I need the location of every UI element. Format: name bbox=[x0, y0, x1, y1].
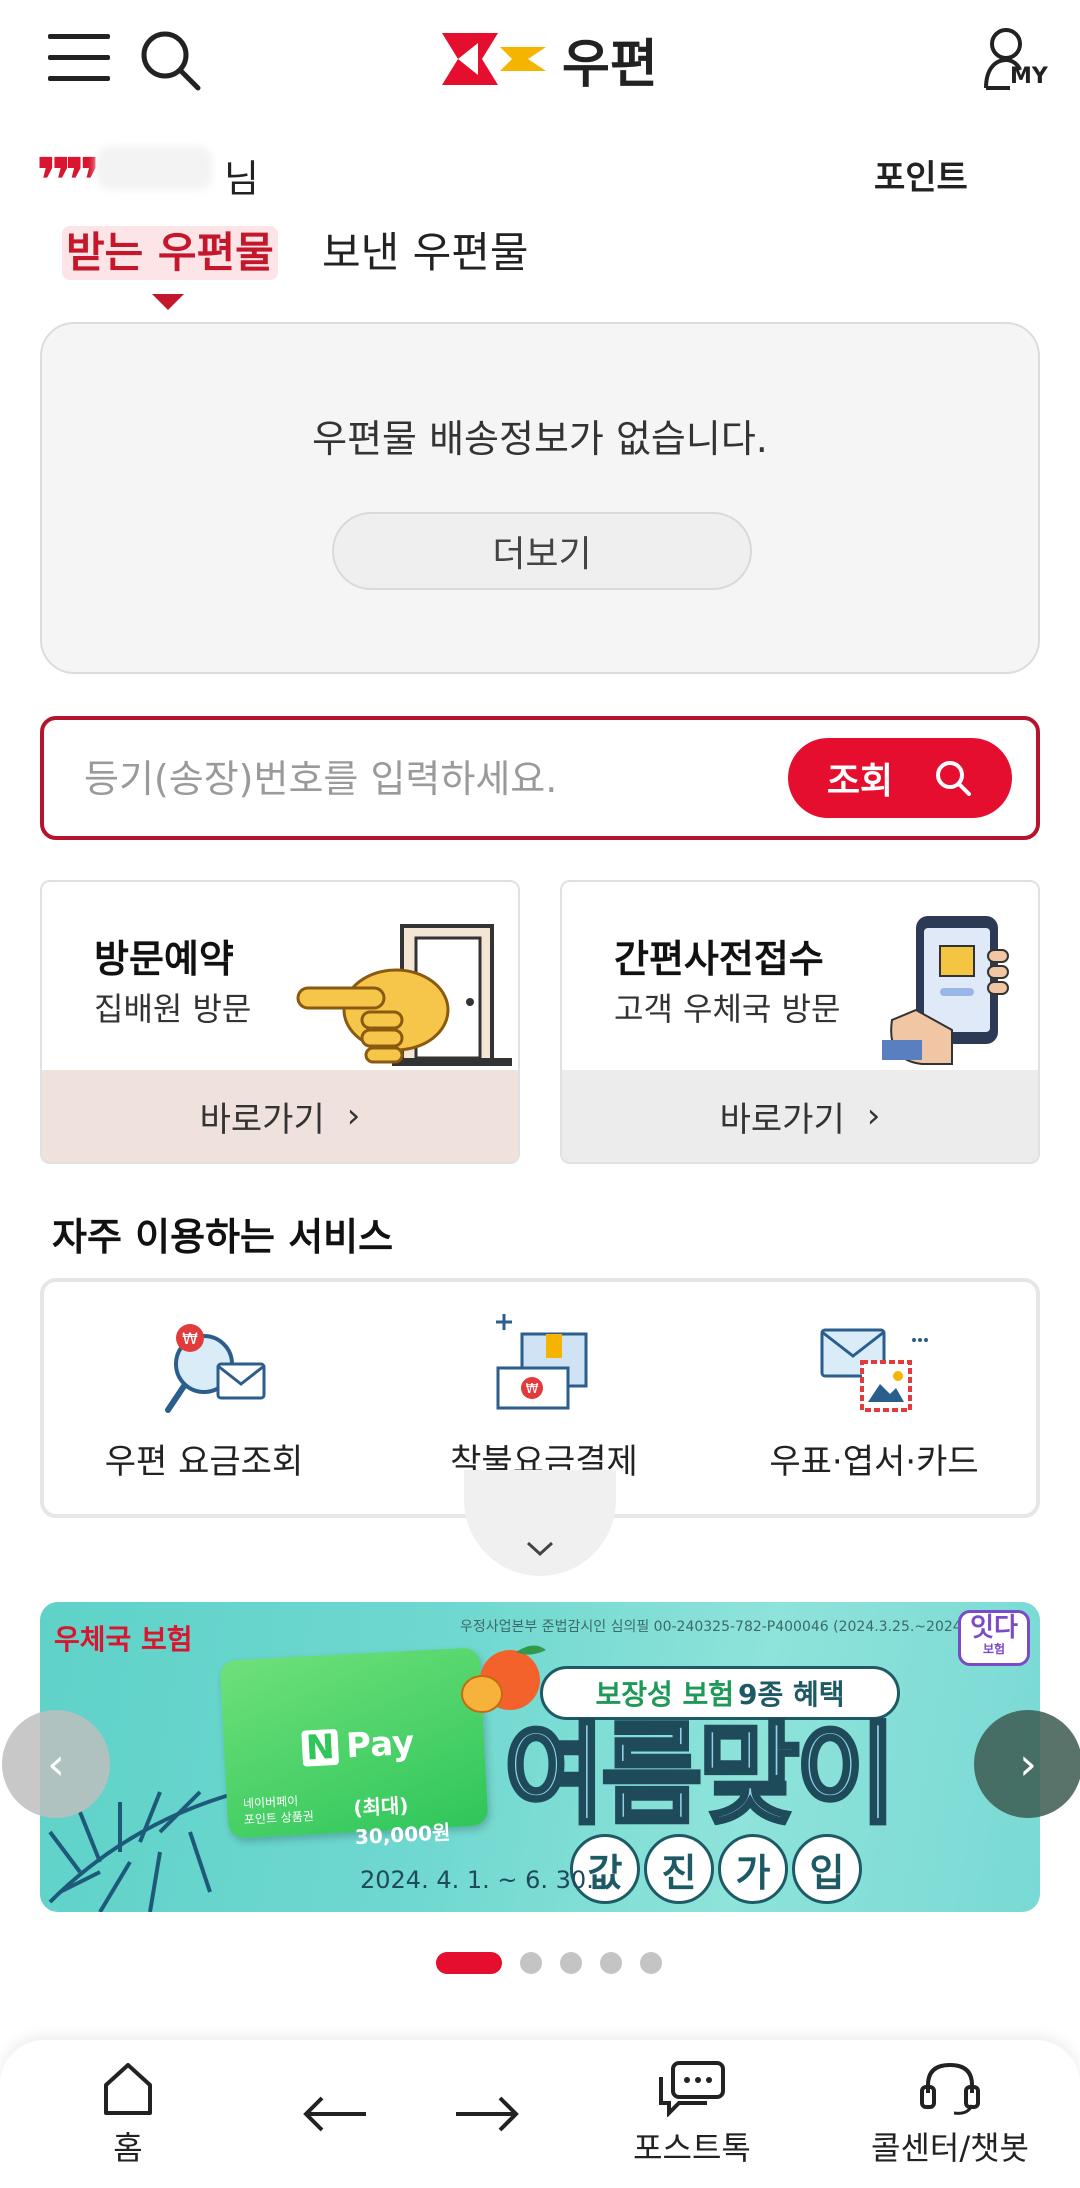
go-shortcut-button[interactable]: 바로가기 › bbox=[42, 1070, 518, 1162]
pointing-hand-door-icon bbox=[296, 924, 512, 1066]
promo-banner[interactable]: 우체국 보험 우정사업본부 준법감시인 심의필 00-240325-782-P4… bbox=[40, 1602, 1040, 1912]
banner-pagination bbox=[436, 1952, 662, 1974]
expand-services-button[interactable] bbox=[464, 1470, 616, 1576]
service-postage-lookup[interactable]: ₩ 우편 요금조회 bbox=[44, 1282, 364, 1514]
lookup-button[interactable]: 조회 bbox=[788, 738, 1012, 818]
headset-icon bbox=[920, 2062, 980, 2115]
npay-description: 네이버페이 포인트 상품권 bbox=[242, 1794, 315, 1827]
phone-in-hand-icon bbox=[882, 916, 1009, 1065]
empty-delivery-message: 우편물 배송정보가 없습니다. bbox=[312, 417, 768, 461]
banner-brand: 우체국 보험 bbox=[54, 1623, 193, 1656]
npay-amount: (최대) 30,000원 bbox=[352, 1793, 452, 1850]
peach-icon bbox=[461, 1645, 546, 1713]
banner-fine-print: 우정사업본부 준법감시인 심의필 00-240325-782-P400046 (… bbox=[460, 1619, 1008, 1635]
npay-voucher-card: N Pay 네이버페이 포인트 상품권 (최대) 30,000원 bbox=[219, 1647, 489, 1849]
go-label: 바로가기 bbox=[199, 1099, 325, 1140]
tracking-number-input[interactable] bbox=[84, 746, 764, 812]
chat-bubbles-icon bbox=[659, 2061, 725, 2117]
masked-user-name bbox=[96, 146, 212, 190]
nav-home[interactable]: 홈 bbox=[68, 2040, 188, 2188]
go-label: 바로가기 bbox=[719, 1099, 845, 1140]
nav-posttalk[interactable]: 포스트톡 bbox=[616, 2040, 768, 2188]
nav-label: 콜센터/챗봇 bbox=[871, 2129, 1029, 2167]
service-label: 우표·엽서·카드 bbox=[769, 1442, 979, 1482]
card-title: 간편사전접수 bbox=[614, 937, 824, 981]
nav-forward[interactable] bbox=[442, 2040, 532, 2188]
point-link[interactable]: 포인트 bbox=[874, 150, 968, 199]
chevron-left-icon: ‹ bbox=[47, 1738, 65, 1790]
menu-icon[interactable] bbox=[48, 34, 110, 82]
banner-date: 2024. 4. 1. ~ 6. 30. bbox=[360, 1866, 594, 1894]
svg-text:₩: ₩ bbox=[182, 1329, 198, 1348]
logo-text: 우편 bbox=[562, 34, 658, 95]
banner-next-button[interactable]: › bbox=[974, 1710, 1080, 1818]
pagination-dot[interactable] bbox=[640, 1952, 662, 1974]
pagination-dot[interactable] bbox=[560, 1952, 582, 1974]
chevron-down-icon bbox=[526, 1541, 554, 1557]
banner-subheadline: 값진가입 bbox=[570, 1834, 862, 1904]
cod-payment-box-icon: ₩ bbox=[496, 1314, 588, 1410]
card-subtitle: 집배원 방문 bbox=[94, 990, 252, 1028]
card-subtitle: 고객 우체국 방문 bbox=[614, 990, 841, 1028]
post-app-home: 우편 MY ❞❞ 님 포인트 받는 우편물 보낸 우편물 우편물 배송정보가 없… bbox=[0, 0, 1080, 2188]
pagination-dot[interactable] bbox=[520, 1952, 542, 1974]
postage-search-icon: ₩ bbox=[165, 1324, 266, 1413]
bottom-nav: 홈 포스트톡 콜센터/챗봇 bbox=[0, 2040, 1080, 2188]
frequent-services-title: 자주 이용하는 서비스 bbox=[52, 1215, 394, 1259]
pagination-dot[interactable] bbox=[600, 1952, 622, 1974]
nav-label: 홈 bbox=[113, 2129, 143, 2167]
chevron-right-icon: › bbox=[346, 1096, 361, 1136]
tab-received-mail[interactable]: 받는 우편물 bbox=[62, 226, 278, 280]
search-icon bbox=[936, 761, 972, 796]
more-button[interactable]: 더보기 bbox=[332, 512, 752, 590]
arrow-right-icon bbox=[456, 2096, 519, 2132]
lookup-button-label: 조회 bbox=[826, 761, 894, 802]
korea-post-emblem-icon bbox=[442, 33, 546, 85]
service-label: 우편 요금조회 bbox=[104, 1442, 304, 1482]
npay-logo: N Pay bbox=[301, 1723, 415, 1769]
svg-text:₩: ₩ bbox=[526, 1382, 539, 1397]
chevron-right-icon: › bbox=[866, 1096, 881, 1136]
pagination-dot[interactable] bbox=[436, 1952, 502, 1974]
idda-badge: 잇다 보험 bbox=[958, 1610, 1030, 1666]
search-icon[interactable] bbox=[138, 28, 204, 94]
visit-reservation-card[interactable]: 방문예약 집배원 방문 바로가기 › bbox=[40, 880, 520, 1164]
banner-prev-button[interactable]: ‹ bbox=[2, 1710, 110, 1818]
stamp-postcard-icon bbox=[820, 1328, 928, 1412]
nav-back[interactable] bbox=[290, 2040, 380, 2188]
nav-label: 포스트톡 bbox=[633, 2129, 751, 2167]
my-label[interactable]: MY bbox=[1010, 64, 1048, 89]
service-stamps-postcards[interactable]: 우표·엽서·카드 bbox=[714, 1282, 1034, 1514]
home-icon bbox=[104, 2063, 152, 2115]
card-title: 방문예약 bbox=[94, 937, 234, 981]
quote-mark-icon: ❞❞ bbox=[36, 144, 101, 217]
tracking-search-box: 조회 bbox=[40, 716, 1040, 840]
go-shortcut-button[interactable]: 바로가기 › bbox=[562, 1070, 1038, 1162]
nav-callcenter[interactable]: 콜센터/챗봇 bbox=[860, 2040, 1040, 2188]
delivery-info-panel: 우편물 배송정보가 없습니다. 더보기 bbox=[40, 322, 1040, 674]
tab-sent-mail[interactable]: 보낸 우편물 bbox=[322, 226, 529, 280]
active-tab-indicator bbox=[152, 294, 184, 310]
arrow-left-icon bbox=[303, 2096, 366, 2132]
quick-pre-registration-card[interactable]: 간편사전접수 고객 우체국 방문 바로가기 › bbox=[560, 880, 1040, 1164]
app-logo[interactable]: 우편 bbox=[428, 24, 668, 95]
banner-headline: 여름맞이 bbox=[502, 1711, 899, 1839]
chevron-right-icon: › bbox=[1019, 1738, 1037, 1790]
greeting-suffix: 님 bbox=[224, 157, 259, 201]
